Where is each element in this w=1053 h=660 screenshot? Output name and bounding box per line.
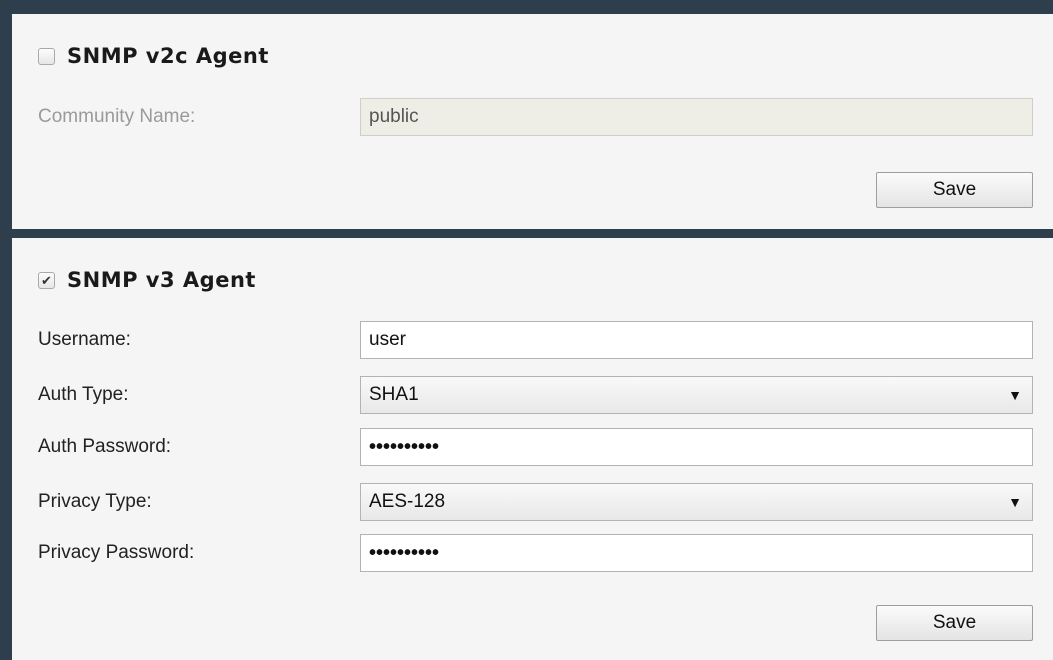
check-icon: ✔ (41, 272, 52, 288)
auth-password-row: Auth Password: •••••••••• (38, 428, 1033, 466)
privacy-password-row: Privacy Password: •••••••••• (38, 534, 1033, 572)
snmp-v2c-panel: SNMP v2c Agent Community Name: public Sa… (12, 14, 1053, 229)
privacy-type-select[interactable]: AES-128 ▼ (360, 483, 1033, 521)
privacy-password-label: Privacy Password: (38, 542, 195, 563)
snmp-v2c-title: SNMP v2c Agent (67, 44, 269, 68)
username-row: Username: user (38, 321, 1033, 359)
community-name-row: Community Name: public (38, 98, 1033, 136)
username-input[interactable]: user (360, 321, 1033, 359)
dropdown-arrow-icon: ▼ (1008, 494, 1022, 510)
privacy-type-row: Privacy Type: AES-128 ▼ (38, 483, 1033, 521)
auth-type-value: SHA1 (369, 384, 419, 405)
auth-password-label: Auth Password: (38, 436, 172, 457)
auth-type-select[interactable]: SHA1 ▼ (360, 376, 1033, 414)
snmp-v3-panel: ✔ SNMP v3 Agent Username: user Auth Type… (12, 238, 1053, 660)
v2c-save-button[interactable]: Save (876, 172, 1033, 208)
privacy-password-input[interactable]: •••••••••• (360, 534, 1033, 572)
snmp-v3-enable-checkbox[interactable]: ✔ (38, 271, 55, 289)
dropdown-arrow-icon: ▼ (1008, 387, 1022, 403)
auth-password-input[interactable]: •••••••••• (360, 428, 1033, 466)
privacy-type-label: Privacy Type: (38, 491, 152, 512)
username-label: Username: (38, 329, 131, 350)
snmp-v2c-header: SNMP v2c Agent (38, 44, 269, 68)
community-name-label: Community Name: (38, 106, 196, 127)
community-name-input[interactable]: public (360, 98, 1033, 136)
snmp-v3-header: ✔ SNMP v3 Agent (38, 268, 256, 292)
privacy-type-value: AES-128 (369, 491, 446, 512)
v3-save-button[interactable]: Save (876, 605, 1033, 641)
auth-type-label: Auth Type: (38, 384, 129, 405)
auth-type-row: Auth Type: SHA1 ▼ (38, 376, 1033, 414)
snmp-v2c-enable-checkbox[interactable] (38, 47, 55, 65)
snmp-v3-title: SNMP v3 Agent (67, 268, 256, 292)
